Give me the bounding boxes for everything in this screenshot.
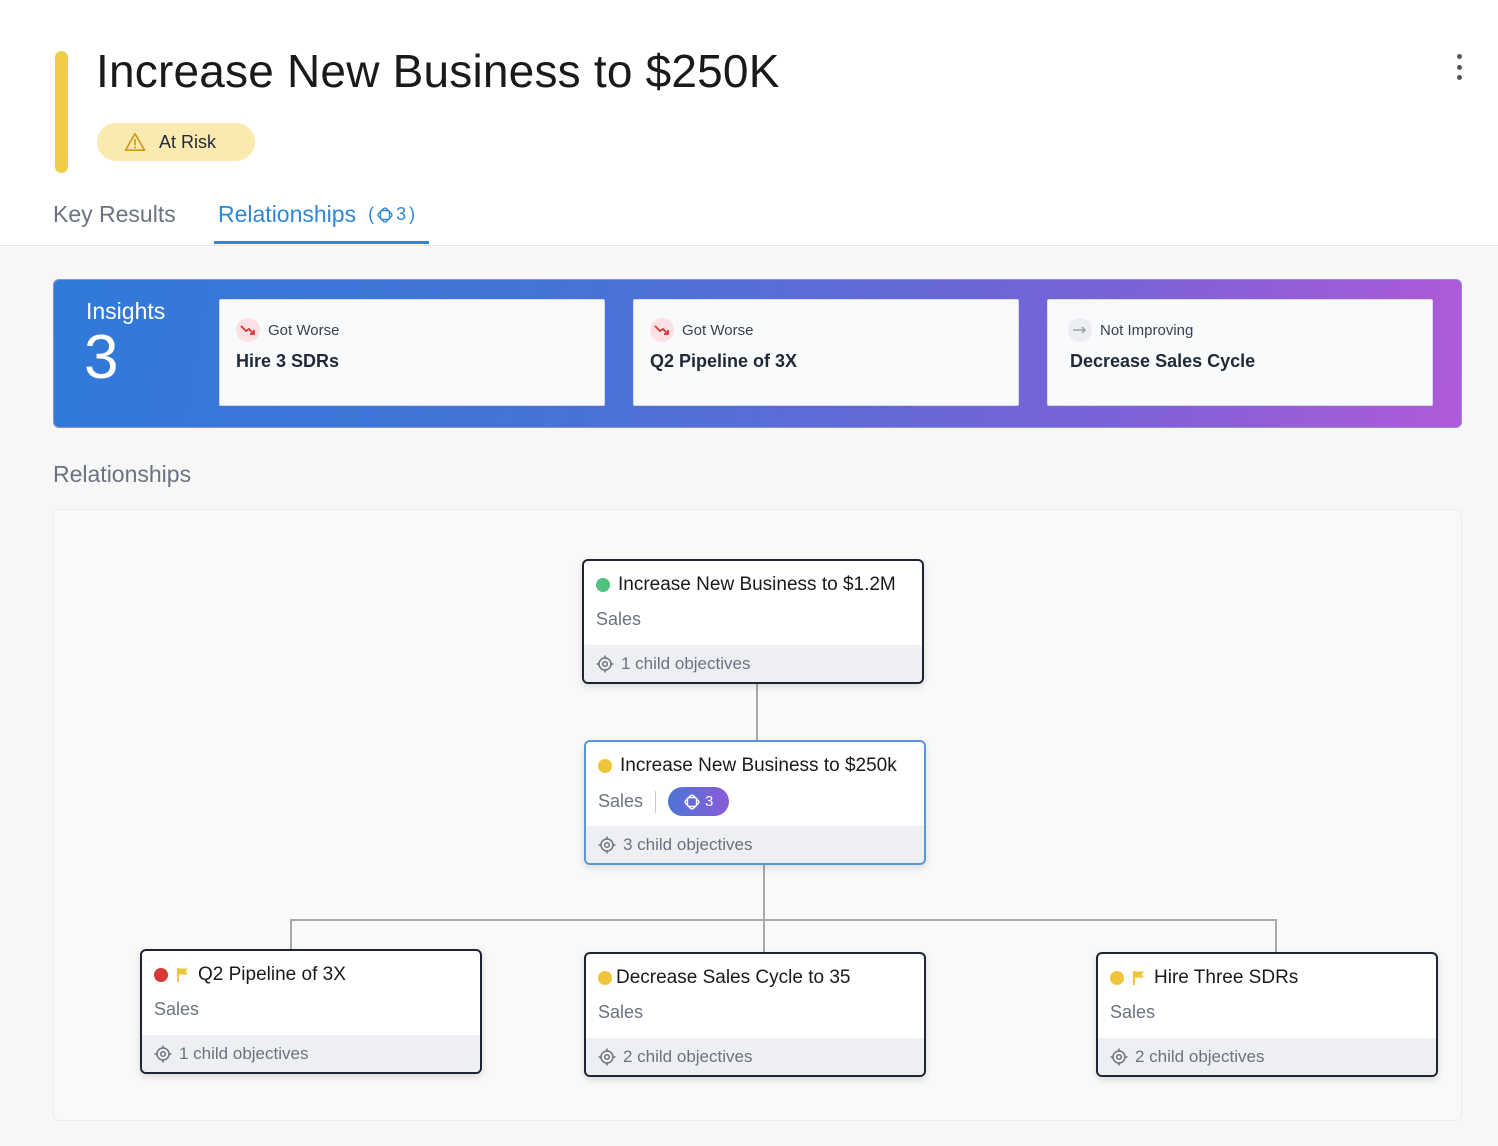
child-objective-node[interactable]: Q2 Pipeline of 3X Sales 1 child objectiv… [140,949,482,1074]
tab-key-results[interactable]: Key Results [53,201,176,228]
objective-accent-bar [55,51,68,173]
insight-card[interactable]: Got Worse Hire 3 SDRs [219,299,605,406]
more-options-icon[interactable] [1449,54,1469,80]
target-icon [596,655,614,672]
status-badge[interactable]: At Risk [97,123,255,161]
objective-title: Increase New Business to $250K [96,45,780,97]
insights-count: 3 [84,323,119,392]
node-team: Sales [1110,1002,1156,1022]
active-tab-indicator [214,241,429,244]
child-count: 2 child objectives [623,1046,753,1066]
warning-icon [124,133,146,151]
tree-connector [290,919,1277,921]
child-objective-node[interactable]: Hire Three SDRs Sales 2 child objectives [1096,952,1438,1077]
node-footer: 2 child objectives [1098,1038,1436,1075]
node-footer: 1 child objectives [142,1035,480,1072]
node-footer: 1 child objectives [584,645,922,682]
node-title: Decrease Sales Cycle to 35 [616,967,851,988]
insight-trend-label: Got Worse [682,321,754,339]
tree-connector [763,863,765,921]
current-objective-node[interactable]: Increase New Business to $250k Sales 3 3… [584,740,926,865]
node-title: Increase New Business to $1.2M [618,574,896,595]
trend-flat-icon [1068,318,1092,342]
child-count: 2 child objectives [1135,1046,1265,1066]
tab-relationships[interactable]: Relationships ( 3 ) [218,201,415,228]
insight-card[interactable]: Not Improving Decrease Sales Cycle [1047,299,1433,406]
status-label: At Risk [159,131,217,152]
status-dot [596,578,610,592]
relationships-icon [377,206,393,223]
insight-trend-label: Got Worse [268,321,340,339]
child-count: 1 child objectives [621,653,751,673]
insight-trend-label: Not Improving [1100,321,1194,339]
target-icon [598,836,616,853]
trend-down-icon [650,318,674,342]
trend-down-icon [236,318,260,342]
node-title: Hire Three SDRs [1154,967,1299,988]
target-icon [1110,1048,1128,1065]
status-dot [154,968,168,982]
relationships-badge[interactable]: 3 [668,787,730,816]
divider [655,790,657,813]
relationships-section-title: Relationships [53,461,192,487]
target-icon [154,1045,172,1062]
flag-icon [177,968,188,982]
tab-relationships-count: ( 3 ) [368,204,416,224]
tree-connector [1275,919,1277,954]
child-count: 1 child objectives [179,1043,309,1063]
node-title: Q2 Pipeline of 3X [198,964,346,985]
tab-relationships-label: Relationships [218,201,357,227]
relationships-icon [684,793,700,810]
node-footer: 3 child objectives [586,826,924,863]
tree-connector [290,919,292,951]
node-title: Increase New Business to $250k [620,755,897,776]
node-team: Sales [154,999,200,1019]
status-dot [1110,971,1124,985]
child-objective-node[interactable]: Decrease Sales Cycle to 35 Sales 2 child… [584,952,926,1077]
insight-card[interactable]: Got Worse Q2 Pipeline of 3X [633,299,1019,406]
insight-objective-name: Decrease Sales Cycle [1070,351,1256,371]
tree-connector [756,683,758,741]
status-dot [598,971,612,985]
insight-objective-name: Q2 Pipeline of 3X [650,351,798,371]
node-team: Sales [598,791,644,811]
flag-icon [1133,971,1144,985]
node-footer: 2 child objectives [586,1038,924,1075]
node-team: Sales [596,609,642,629]
node-team: Sales [598,1002,644,1022]
objective-header: Increase New Business to $250K At Risk K… [0,0,1498,246]
child-count: 3 child objectives [623,834,753,854]
insight-objective-name: Hire 3 SDRs [236,351,340,371]
tree-connector [763,919,765,954]
status-dot [598,759,612,773]
insights-label: Insights [86,298,166,324]
parent-objective-node[interactable]: Increase New Business to $1.2M Sales 1 c… [582,559,924,684]
target-icon [598,1048,616,1065]
